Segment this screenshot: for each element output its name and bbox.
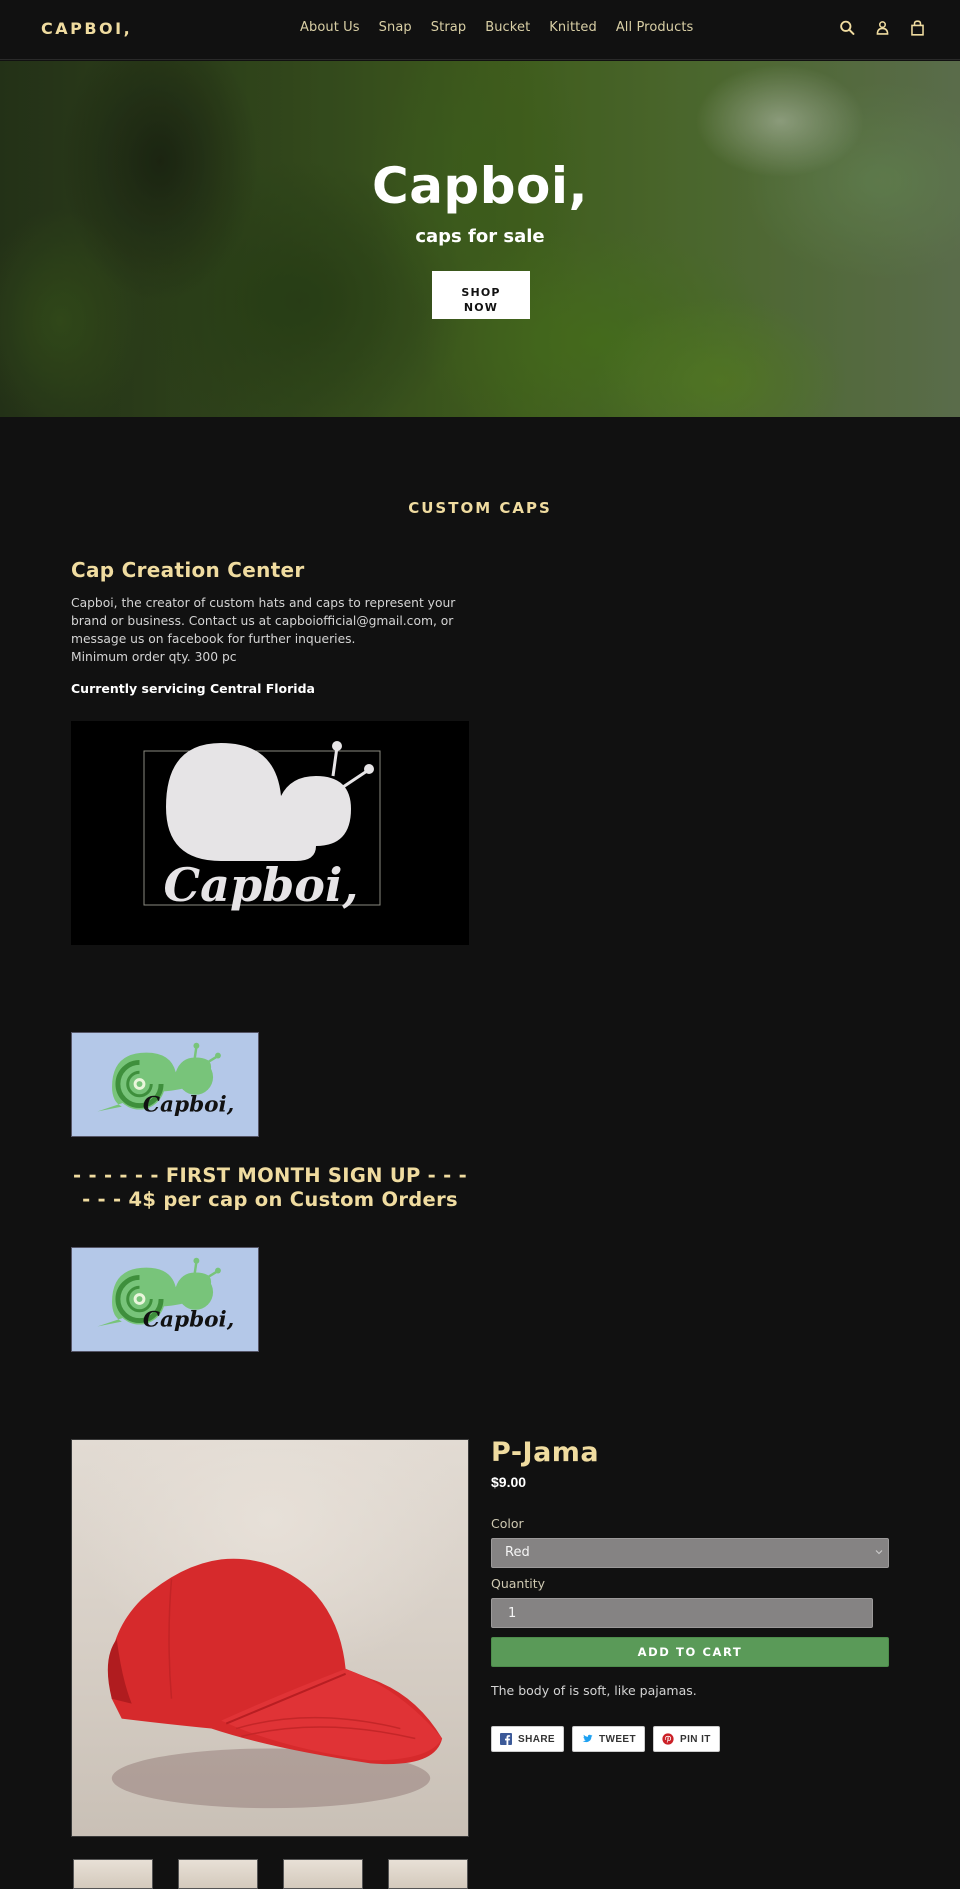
- header-icons: [839, 19, 926, 37]
- chevron-down-icon: [875, 1550, 883, 1555]
- hero-subtitle: caps for sale: [415, 226, 545, 247]
- section-heading: CUSTOM CAPS: [408, 499, 552, 517]
- nav-strap[interactable]: Strap: [431, 20, 466, 35]
- service-area-text: Currently servicing Central Florida: [71, 681, 315, 696]
- logo-wordmark: Capboi,: [164, 858, 359, 912]
- share-pinterest-label: PIN IT: [680, 1733, 711, 1745]
- cart-icon[interactable]: [909, 19, 926, 37]
- nav-all-products[interactable]: All Products: [616, 20, 694, 35]
- snail-logo-icon: Capboi,: [143, 741, 381, 912]
- green-snail-logo-icon: Capboi,: [97, 1257, 234, 1332]
- shop-now-label-line1: SHOP: [461, 285, 501, 299]
- share-twitter-button[interactable]: TWEET: [572, 1726, 646, 1752]
- feature-body: Capboi, the creator of custom hats and c…: [71, 594, 461, 666]
- product-title: P-Jama: [491, 1437, 600, 1468]
- feature-description: Capboi, the creator of custom hats and c…: [71, 596, 456, 646]
- product-thumbnail-3[interactable]: [283, 1859, 363, 1889]
- nav-snap[interactable]: Snap: [379, 20, 412, 35]
- search-icon[interactable]: [839, 19, 856, 37]
- share-facebook-button[interactable]: SHARE: [491, 1726, 565, 1752]
- share-twitter-label: TWEET: [599, 1733, 637, 1745]
- capboi-logo-image-green-2: Capboi,: [71, 1247, 259, 1352]
- site-logo[interactable]: CAPBOI,: [41, 19, 132, 38]
- feature-title: Cap Creation Center: [71, 558, 305, 582]
- hero-title: Capboi,: [372, 157, 588, 215]
- product-main-image[interactable]: [71, 1439, 469, 1837]
- facebook-icon: [500, 1733, 512, 1745]
- site-header: CAPBOI, About Us Snap Strap Bucket Knitt…: [0, 0, 960, 60]
- capboi-logo-image-dark: Capboi,: [71, 721, 469, 945]
- share-facebook-label: SHARE: [518, 1733, 556, 1745]
- nav-bucket[interactable]: Bucket: [485, 20, 530, 35]
- account-icon[interactable]: [874, 19, 891, 37]
- main-nav: About Us Snap Strap Bucket Knitted All P…: [300, 20, 712, 35]
- color-select-value: Red: [505, 1545, 530, 1560]
- minimum-order-text: Minimum order qty. 300 pc: [71, 650, 237, 664]
- nav-about-us[interactable]: About Us: [300, 20, 360, 35]
- product-thumbnail-1[interactable]: [73, 1859, 153, 1889]
- twitter-icon: [582, 1734, 593, 1743]
- color-label: Color: [491, 1516, 524, 1531]
- product-price: $9.00: [491, 1474, 527, 1490]
- pinterest-icon: [662, 1733, 674, 1745]
- shop-now-button[interactable]: SHOP NOW: [432, 271, 530, 319]
- social-share-row: SHARE TWEET PIN IT: [491, 1726, 720, 1752]
- product-thumbnail-4[interactable]: [388, 1859, 468, 1889]
- quantity-input[interactable]: [491, 1598, 873, 1628]
- green-snail-logo-icon: Capboi,: [97, 1042, 234, 1117]
- product-thumbnails: [73, 1859, 468, 1889]
- hero-banner: Capboi, caps for sale SHOP NOW: [0, 61, 960, 417]
- color-select[interactable]: Red: [491, 1538, 889, 1568]
- add-to-cart-button[interactable]: ADD TO CART: [491, 1637, 889, 1667]
- shop-now-label-line2: NOW: [463, 300, 499, 314]
- product-thumbnail-2[interactable]: [178, 1859, 258, 1889]
- quantity-label: Quantity: [491, 1576, 546, 1591]
- promo-banner-text: - - - - - - FIRST MONTH SIGN UP - - - - …: [72, 1164, 467, 1211]
- nav-knitted[interactable]: Knitted: [549, 20, 597, 35]
- product-description: The body of is soft, like pajamas.: [491, 1683, 697, 1698]
- red-cap-photo-icon: [107, 1558, 443, 1809]
- logo-wordmark: Capboi,: [143, 1092, 234, 1117]
- logo-wordmark: Capboi,: [143, 1307, 234, 1332]
- capboi-logo-image-green-1: Capboi,: [71, 1032, 259, 1137]
- share-pinterest-button[interactable]: PIN IT: [653, 1726, 720, 1752]
